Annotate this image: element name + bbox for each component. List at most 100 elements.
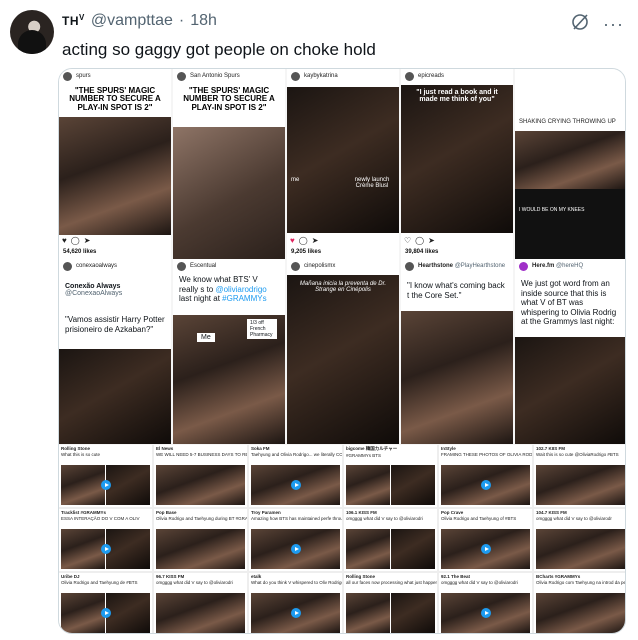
play-icon [480, 608, 491, 618]
post-account: Escentual [190, 263, 217, 269]
mini-tweet-author: 104.7 KISS FM [536, 510, 567, 515]
overlay-text: "I just read a book and it made me think… [416, 89, 498, 103]
collage-row-1: spurs "THE SPURS' MAGIC NUMBER TO SECURE… [59, 69, 625, 259]
more-options-icon[interactable]: ··· [603, 14, 624, 35]
mini-tweet-media [61, 529, 150, 569]
avatar [63, 261, 72, 271]
photo [61, 593, 105, 633]
overlay-text: SHAKING CRYING THROWING UP [519, 119, 616, 125]
photo [287, 87, 399, 233]
collage-row-2: conexaoalways Conexão Always @ConexaoAlwa… [59, 259, 625, 444]
photo [515, 131, 625, 189]
ig-actions: ♥ ◯ ➤ [290, 236, 318, 245]
handle[interactable]: @vampttae [91, 12, 173, 30]
comment-icon: ◯ [70, 236, 80, 245]
post-tiktok: SHAKING CRYING THROWING UP I WOULD BE ON… [515, 69, 625, 259]
mini-tweet-text: FRAMING THESE PHOTOS OF OLIVIA RODRIGO A… [441, 452, 532, 457]
mini-tweet-text: What do you think V whispered to Oliv Ro… [251, 580, 342, 585]
mini-tweet: etalk What do you think V whispered to Ol… [249, 573, 342, 633]
mini-tweet-author: El News [156, 446, 174, 451]
mini-tweet-media [156, 529, 245, 569]
post-author: Conexão Always @ConexaoAlways [65, 283, 123, 297]
photo [106, 529, 150, 569]
avatar [519, 261, 528, 271]
mini-tweet-author: Rolling Stone [61, 446, 90, 451]
photo [401, 311, 513, 444]
photo [59, 117, 171, 235]
mini-tweet: Rolling Stone all our faces now processin… [344, 573, 437, 633]
comment-icon: ◯ [298, 236, 308, 245]
mini-tweet-text: Olivia Rodrigo and Taehyung de #BTS [61, 580, 138, 585]
mini-tweet-media [346, 529, 435, 569]
photo [391, 529, 435, 569]
avatar [291, 71, 300, 81]
mini-tweet-text: ESSA INTERAÇÃO DO V COM A OLIV [61, 516, 140, 521]
mini-tweet-text: #GRAMMYs BTS [346, 453, 382, 458]
mini-tweet-author: BCharts #GRAMMYs [536, 574, 581, 579]
mini-tweet-text: Taehyung and Olivia Rodrigo... we litera… [251, 452, 342, 457]
mini-tweet-author: Soka FM [251, 446, 270, 451]
mini-tweet-author: bigcome 韓国カルチャー [346, 446, 398, 451]
post-cinepolis: cinepolismx Mañana inicia la preventa de… [287, 259, 399, 444]
play-icon [480, 544, 491, 554]
post-account: spurs [76, 73, 91, 79]
mini-tweet-author: Rolling Stone [346, 574, 375, 579]
overlay-text: I WOULD BE ON MY KNEES [519, 207, 585, 213]
avatar [405, 261, 414, 271]
photo [287, 275, 399, 444]
mini-tweet-media [251, 529, 340, 569]
post-conexao: conexaoalways Conexão Always @ConexaoAlwa… [59, 259, 171, 444]
post-account: epicreads [418, 73, 445, 79]
mini-tweet-text: omgggg what did V say to @oliviarodri [156, 580, 233, 585]
avatar[interactable] [10, 10, 54, 54]
photo [346, 465, 390, 505]
photo [391, 465, 435, 505]
avatar [177, 71, 186, 81]
play-icon [290, 544, 301, 554]
photo [346, 529, 390, 569]
mini-tweet: bigcome 韓国カルチャー #GRAMMYs BTS [344, 445, 437, 507]
photo [536, 593, 625, 633]
mini-tweet-text: omgggg what did V say to @oliviarodri [441, 580, 518, 585]
video-footer: I WOULD BE ON MY KNEES [515, 189, 625, 259]
heart-icon: ♡ [404, 236, 412, 245]
mini-tweet-author: Pop Crave [441, 510, 464, 515]
post-caption: "THE SPURS' MAGIC NUMBER TO SECURE A PLA… [69, 86, 161, 112]
mini-tweet-text: What this is so cute [61, 452, 101, 457]
ig-actions: ♡ ◯ ➤ [404, 236, 435, 245]
share-icon: ➤ [311, 236, 319, 245]
photo [401, 85, 513, 233]
mini-tweet-media [156, 465, 245, 505]
post-herefm: Here.fm @hereHQ We just got word from an… [515, 259, 625, 444]
play-icon [290, 608, 301, 618]
comment-icon: ◯ [415, 236, 425, 245]
post-caption: "THE SPURS' MAGIC NUMBER TO SECURE A PLA… [183, 86, 275, 112]
timestamp[interactable]: 18h [190, 12, 217, 30]
mini-tweet: Rolling Stone What this is so cute [59, 445, 152, 507]
play-icon [100, 608, 111, 618]
mini-tweet-media [441, 529, 530, 569]
heart-icon: ♥ [290, 236, 295, 245]
post-account: San Antonio Spurs [190, 73, 240, 79]
mini-tweet: Troy Paramen Amazing how BTS has maintain… [249, 509, 342, 571]
post-account: cinepolismx [304, 263, 336, 269]
photo [156, 465, 245, 505]
mini-tweet-author: etalk [251, 574, 262, 579]
mini-tweet: Uribe DJ Olivia Rodrigo and Taehyung de #… [59, 573, 152, 633]
mini-tweet: Soka FM Taehyung and Olivia Rodrigo... we… [249, 445, 342, 507]
mini-tweet: Pop Base Olivia Rodrigo and Taehyung duri… [154, 509, 247, 571]
photo [536, 529, 625, 569]
mini-tweet-media [536, 529, 625, 569]
photo [156, 593, 245, 633]
mini-tweet-author: 102.7 KIIS FM [536, 446, 566, 451]
likes-count: 54,620 likes [63, 249, 97, 255]
mini-tweet: 106.1 KISS FM omgggg what did V say to @o… [344, 509, 437, 571]
tweet-media[interactable]: spurs "THE SPURS' MAGIC NUMBER TO SECURE… [58, 68, 626, 634]
mini-tweet-media [536, 465, 625, 505]
mini-tweet-media [536, 593, 625, 633]
display-name[interactable]: THV [62, 13, 85, 28]
mini-tweet-text: Olivia Rodrigo and Taehyung of #BTS [441, 516, 517, 521]
heart-icon: ♥ [62, 236, 67, 245]
post-escentual: Escentual We know what BTS' V really s t… [173, 259, 285, 444]
grok-icon[interactable] [570, 12, 590, 32]
